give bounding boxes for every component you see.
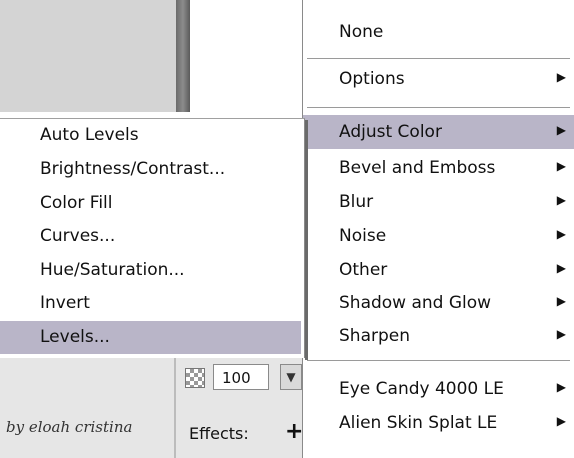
document-canvas xyxy=(0,0,178,112)
opacity-input[interactable]: 100 xyxy=(213,364,269,390)
menu-separator xyxy=(307,107,570,108)
menu-item-eye-candy[interactable]: Eye Candy 4000 LE ▶ xyxy=(303,372,574,406)
submenu-item-invert[interactable]: Invert xyxy=(0,287,301,320)
menu-item-label: Bevel and Emboss xyxy=(339,158,496,178)
submenu-arrow-icon: ▶ xyxy=(556,380,566,394)
submenu-item-label: Curves... xyxy=(40,226,116,246)
menu-item-label: Noise xyxy=(339,226,387,246)
menu-item-label: Blur xyxy=(339,192,374,212)
submenu-item-color-fill[interactable]: Color Fill xyxy=(0,187,301,220)
canvas-scroll-divider xyxy=(176,0,190,112)
menu-item-options[interactable]: Options ▶ xyxy=(303,62,574,96)
menu-item-other[interactable]: Other ▶ xyxy=(303,253,574,287)
submenu-arrow-icon: ▶ xyxy=(556,193,566,207)
submenu-item-label: Levels... xyxy=(40,327,110,347)
opacity-checker-icon xyxy=(185,368,205,388)
signature-watermark: by eloah cristina xyxy=(6,418,133,436)
submenu-arrow-icon: ▶ xyxy=(556,70,566,84)
submenu-item-label: Hue/Saturation... xyxy=(40,260,185,280)
menu-item-label: Eye Candy 4000 LE xyxy=(339,379,504,399)
submenu-arrow-icon: ▶ xyxy=(556,227,566,241)
submenu-arrow-icon: ▶ xyxy=(556,327,566,341)
app-background xyxy=(190,0,302,112)
submenu-item-label: Auto Levels xyxy=(40,125,139,145)
menu-item-label: Adjust Color xyxy=(339,122,442,142)
menu-item-blur[interactable]: Blur ▶ xyxy=(303,185,574,219)
submenu-item-label: Color Fill xyxy=(40,193,113,213)
add-effect-icon[interactable]: + xyxy=(285,419,303,444)
submenu-item-curves[interactable]: Curves... xyxy=(0,220,301,253)
menu-item-label: Other xyxy=(339,260,388,280)
submenu-arrow-icon: ▶ xyxy=(556,159,566,173)
menu-item-sharpen[interactable]: Sharpen ▶ xyxy=(303,319,574,353)
effects-context-menu: None Options ▶ Adjust Color ▶ Bevel and … xyxy=(302,0,574,458)
submenu-item-label: Invert xyxy=(40,293,90,313)
submenu-shadow xyxy=(305,120,308,360)
submenu-item-levels[interactable]: Levels... xyxy=(0,321,301,354)
menu-item-shadow-and-glow[interactable]: Shadow and Glow ▶ xyxy=(303,286,574,320)
menu-item-noise[interactable]: Noise ▶ xyxy=(303,219,574,253)
submenu-arrow-icon: ▶ xyxy=(556,294,566,308)
panel-divider xyxy=(174,356,176,458)
menu-item-adjust-color[interactable]: Adjust Color ▶ xyxy=(303,115,574,149)
submenu-item-hue-saturation[interactable]: Hue/Saturation... xyxy=(0,254,301,287)
submenu-item-auto-levels[interactable]: Auto Levels xyxy=(0,119,301,152)
submenu-item-brightness-contrast[interactable]: Brightness/Contrast... xyxy=(0,153,301,186)
submenu-arrow-icon: ▶ xyxy=(556,261,566,275)
submenu-arrow-icon: ▶ xyxy=(556,123,566,137)
submenu-arrow-icon: ▶ xyxy=(556,414,566,428)
submenu-item-label: Brightness/Contrast... xyxy=(40,159,226,179)
menu-item-label: Alien Skin Splat LE xyxy=(339,413,498,433)
menu-item-label: Shadow and Glow xyxy=(339,293,492,313)
menu-item-label: Sharpen xyxy=(339,326,410,346)
menu-item-none[interactable]: None xyxy=(303,15,574,49)
adjust-color-submenu: Auto Levels Brightness/Contrast... Color… xyxy=(0,118,305,358)
menu-item-alien-skin-splat[interactable]: Alien Skin Splat LE ▶ xyxy=(303,406,574,440)
menu-item-label: Options xyxy=(339,69,405,89)
opacity-dropdown-button[interactable]: ▼ xyxy=(280,364,302,390)
menu-item-bevel-and-emboss[interactable]: Bevel and Emboss ▶ xyxy=(303,151,574,185)
menu-separator xyxy=(307,360,570,361)
menu-item-label: None xyxy=(339,22,384,42)
menu-separator xyxy=(307,58,570,59)
effects-label: Effects: xyxy=(189,424,249,443)
